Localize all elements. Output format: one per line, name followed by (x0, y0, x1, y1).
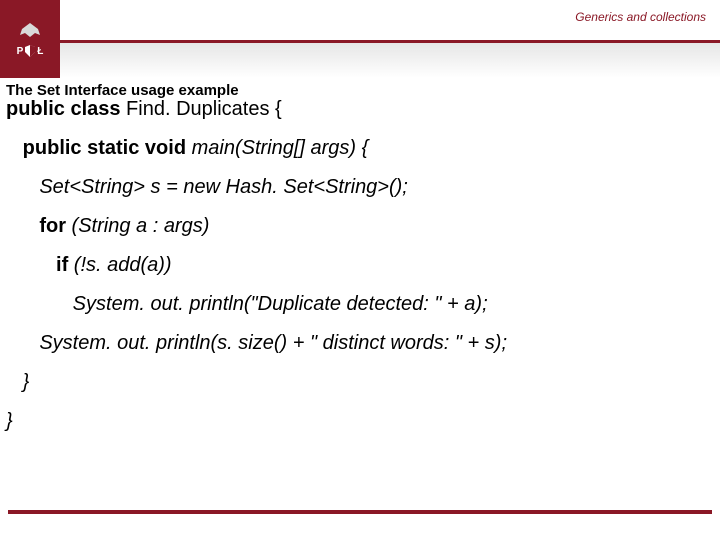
footer-rule (8, 510, 712, 514)
logo-letter-left: P (17, 46, 24, 57)
code-line: Set<String> s = new Hash. Set<String>(); (6, 176, 714, 199)
institution-logo: P Ł (0, 0, 60, 78)
code-line: public class Find. Duplicates { (6, 98, 714, 121)
code-line: for (String a : args) (6, 215, 714, 238)
code-line: } (6, 410, 714, 433)
code-line: } (6, 371, 714, 394)
header-gradient (60, 43, 720, 78)
logo-letters: P Ł (17, 45, 44, 57)
code-line: System. out. println("Duplicate detected… (6, 293, 714, 316)
eagle-icon (18, 21, 42, 39)
header-topic: Generics and collections (575, 10, 706, 24)
logo-letter-right: Ł (37, 46, 43, 57)
code-line: System. out. println(s. size() + " disti… (6, 332, 714, 355)
slide-title: The Set Interface usage example (6, 82, 239, 99)
code-line: if (!s. add(a)) (6, 254, 714, 277)
shield-icon (25, 45, 35, 57)
code-line: public static void main(String[] args) { (6, 137, 714, 160)
header-band: P Ł Generics and collections (0, 0, 720, 78)
code-block: public class Find. Duplicates { public s… (6, 98, 714, 449)
